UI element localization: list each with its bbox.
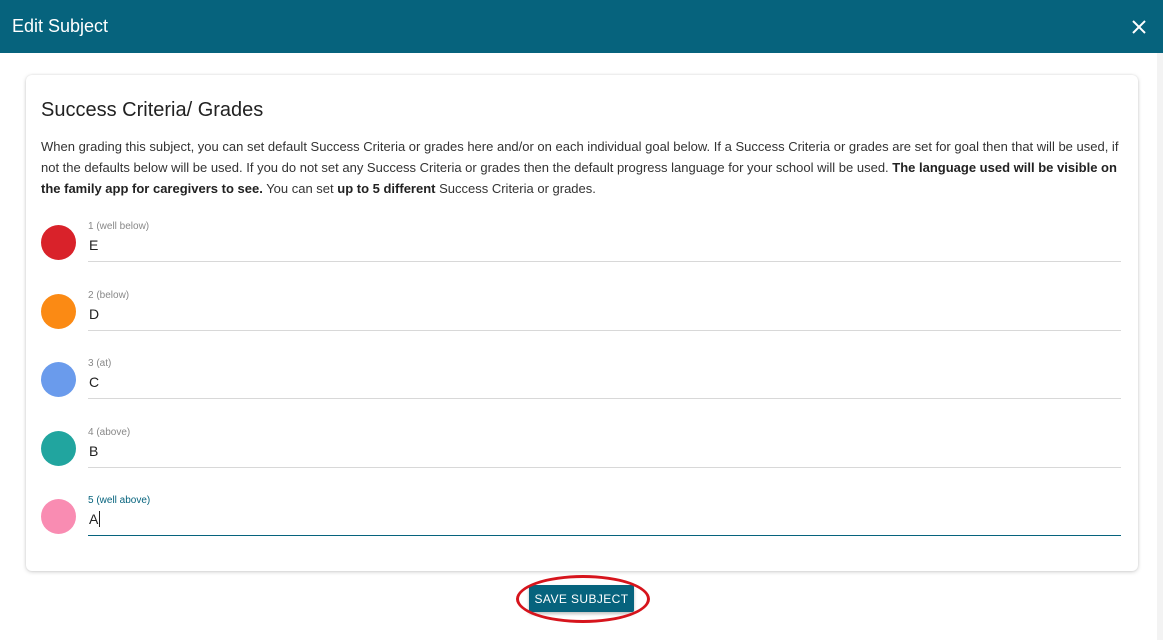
success-criteria-card: Success Criteria/ Grades When grading th… — [26, 75, 1138, 571]
criteria-label: 1 (well below) — [88, 221, 150, 232]
save-subject-button[interactable]: SAVE SUBJECT — [529, 585, 634, 612]
criteria-value[interactable]: D — [89, 306, 99, 322]
color-dot[interactable] — [41, 294, 76, 329]
criteria-row-5: 5 (well above) A — [41, 495, 1121, 545]
criteria-label: 4 (above) — [88, 427, 131, 438]
color-dot[interactable] — [41, 225, 76, 260]
criteria-row-3: 3 (at) C — [41, 358, 1121, 408]
color-dot[interactable] — [41, 362, 76, 397]
criteria-row-4: 4 (above) B — [41, 427, 1121, 477]
criteria-input-5[interactable]: 5 (well above) A — [88, 495, 1121, 536]
criteria-label: 3 (at) — [88, 358, 112, 369]
criteria-row-1: 1 (well below) E — [41, 221, 1121, 271]
criteria-row-2: 2 (below) D — [41, 290, 1121, 340]
section-heading: Success Criteria/ Grades — [41, 99, 264, 121]
criteria-input-4[interactable]: 4 (above) B — [88, 427, 1121, 468]
color-dot[interactable] — [41, 499, 76, 534]
criteria-value[interactable]: B — [89, 443, 98, 459]
criteria-value[interactable]: E — [89, 237, 98, 253]
criteria-input-3[interactable]: 3 (at) C — [88, 358, 1121, 399]
section-description: When grading this subject, you can set d… — [41, 139, 1119, 196]
color-dot[interactable] — [41, 431, 76, 466]
dialog-header: Edit Subject — [0, 0, 1163, 53]
close-icon[interactable] — [1127, 15, 1151, 39]
criteria-input-2[interactable]: 2 (below) D — [88, 290, 1121, 331]
save-area: SAVE SUBJECT — [516, 575, 650, 623]
criteria-value[interactable]: A — [89, 511, 101, 527]
dialog-title: Edit Subject — [12, 16, 109, 36]
criteria-input-1[interactable]: 1 (well below) E — [88, 221, 1121, 262]
scrollbar[interactable] — [1157, 53, 1163, 640]
text-caret — [99, 511, 101, 527]
criteria-value[interactable]: C — [89, 374, 99, 390]
criteria-label: 5 (well above) — [88, 495, 151, 506]
criteria-label: 2 (below) — [88, 290, 130, 301]
